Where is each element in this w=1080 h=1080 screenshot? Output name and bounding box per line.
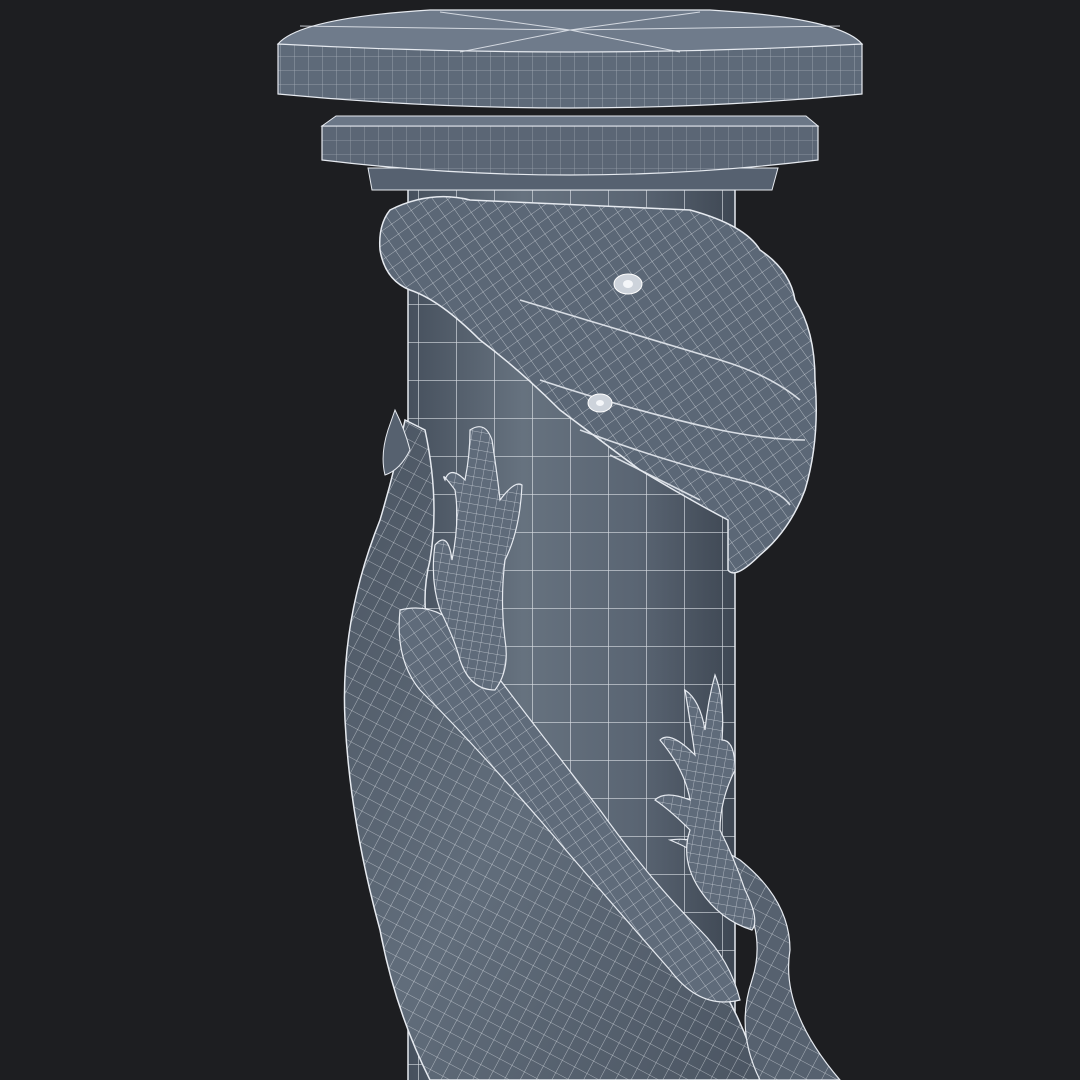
- 3d-viewport[interactable]: [0, 0, 1080, 1080]
- column-capital: [276, 9, 864, 191]
- wireframe-render: [276, 9, 864, 1080]
